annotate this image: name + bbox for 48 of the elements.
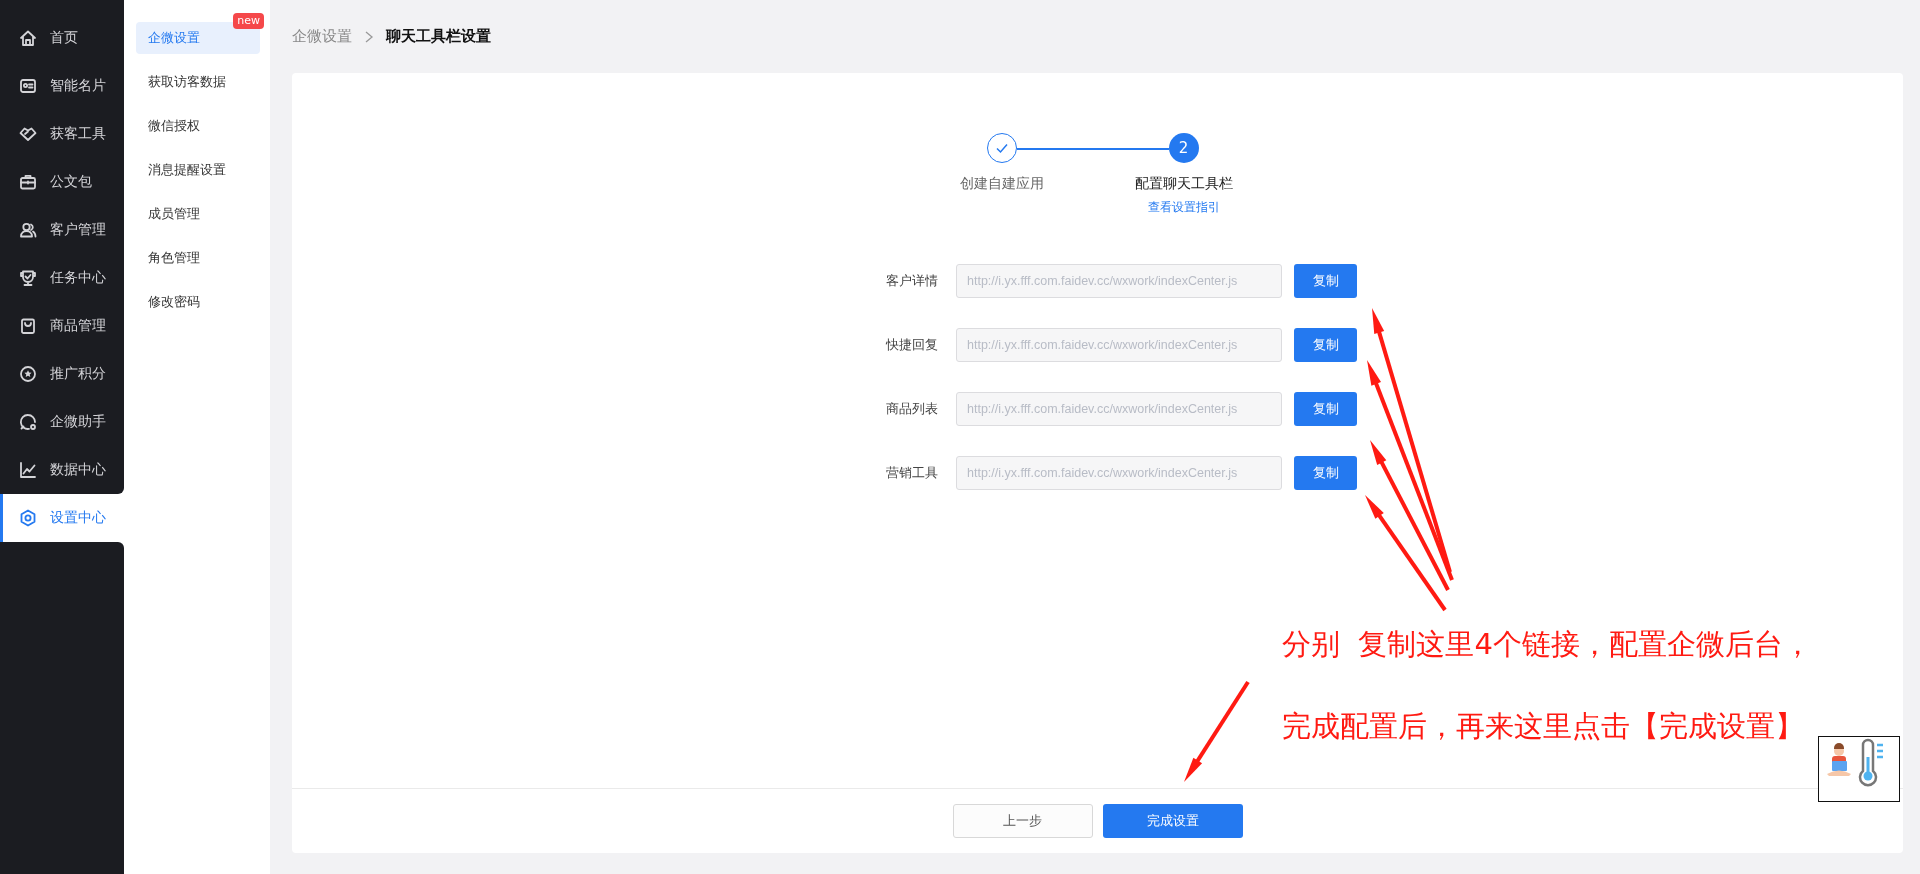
step-label: 创建自建应用 (959, 175, 1044, 193)
floating-widget[interactable] (1818, 736, 1900, 802)
nav-item[interactable]: 推广积分 (0, 350, 124, 398)
copy-button[interactable]: 复制 (1294, 456, 1357, 490)
nav-item[interactable]: 首页 (0, 14, 124, 62)
guide-link[interactable]: 查看设置指引 (1147, 199, 1220, 216)
field-label: 快捷回复 (885, 336, 938, 354)
nav-icon (18, 172, 38, 192)
submenu-item[interactable]: 角色管理 (136, 242, 260, 274)
copy-button[interactable]: 复制 (1294, 264, 1357, 298)
nav-icon (18, 508, 38, 528)
chevron-icon (364, 30, 374, 43)
field-label: 营销工具 (885, 464, 938, 482)
page-title: 聊天工具栏设置 (386, 27, 491, 46)
previous-button[interactable]: 上一步 (952, 804, 1093, 838)
annotation-text: 分别 复制这里4个链接，配置企微后台， (1282, 626, 1812, 663)
nav-item[interactable]: 企微助手 (0, 398, 124, 446)
person-drawing (1827, 743, 1851, 776)
annotation-text: 完成配置后，再来这里点击【完成设置】 (1282, 708, 1805, 745)
nav-icon (18, 364, 38, 384)
submenu-item[interactable]: 微信授权 (136, 110, 260, 142)
submenu-item[interactable]: 修改密码 (136, 286, 260, 318)
nav-item[interactable]: 商品管理 (0, 302, 124, 350)
submenu-item[interactable]: 消息提醒设置 (136, 154, 260, 186)
step-label: 配置聊天工具栏 (1134, 175, 1233, 193)
field-label: 商品列表 (885, 400, 938, 418)
nav-item[interactable]: 获客工具 (0, 110, 124, 158)
nav-item[interactable]: 任务中心 (0, 254, 124, 302)
new-badge: new (233, 13, 264, 29)
thermometer-icon (1858, 738, 1885, 787)
nav-item[interactable]: 公文包 (0, 158, 124, 206)
nav-item[interactable]: 客户管理 (0, 206, 124, 254)
nav-item[interactable]: 智能名片 (0, 62, 124, 110)
finish-button[interactable]: 完成设置 (1102, 804, 1243, 838)
nav-icon (18, 460, 38, 480)
nav-item[interactable]: 数据中心 (0, 446, 124, 494)
nav-icon (18, 220, 38, 240)
submenu-item[interactable]: 获取访客数据 (136, 66, 260, 98)
nav-icon (18, 412, 38, 432)
step-number: 2 (1168, 133, 1199, 163)
copy-button[interactable]: 复制 (1294, 328, 1357, 362)
nav-icon (18, 76, 38, 96)
submenu-item[interactable]: 成员管理 (136, 198, 260, 230)
field-label: 客户详情 (885, 272, 938, 290)
nav-icon (18, 316, 38, 336)
nav-icon (18, 28, 38, 48)
copy-button[interactable]: 复制 (1294, 392, 1357, 426)
nav-icon (18, 268, 38, 288)
